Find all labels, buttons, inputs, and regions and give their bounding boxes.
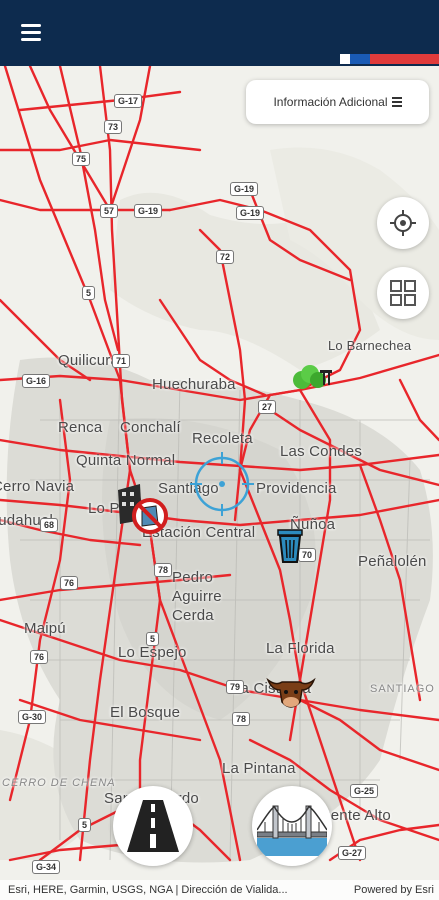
route-shield: 78 [154,563,173,577]
route-shield: G-30 [18,710,47,724]
route-shield: 68 [40,518,59,532]
place-label: Las Condes [280,443,363,460]
place-label: Maipú [24,620,66,637]
road-layer-button[interactable] [113,786,193,866]
info-additional-button[interactable]: Información Adicional [246,80,429,124]
bridge-icon [257,805,327,856]
flag-stripe-red [370,54,439,64]
info-button-label: Información Adicional [273,95,388,109]
place-label: Lo Espejo [118,644,187,661]
powered-by-esri[interactable]: Powered by Esri [354,884,434,896]
route-shield: 57 [100,204,119,218]
app-header [0,0,439,66]
place-label: CERRO DE CHENA [2,777,116,789]
layers-grid-button[interactable] [377,267,429,319]
place-label: El Bosque [110,704,181,721]
route-shield: 5 [82,286,96,300]
cattle-icon[interactable] [266,672,316,717]
route-shield: 76 [30,650,49,664]
grid-icon [390,280,416,306]
map-view[interactable]: Quilicura Huechuraba Renca Conchalí Reco… [0,66,439,900]
place-label: Quinta Normal [76,452,176,469]
place-label: SANTIAGO [370,683,435,695]
road-icon [127,800,179,852]
route-shield: G-19 [230,182,259,196]
trash-bin-icon[interactable] [276,528,304,569]
route-shield: G-19 [134,204,163,218]
route-shield: G-25 [350,784,379,798]
route-shield: 76 [60,576,79,590]
route-shield: 75 [72,152,91,166]
place-label: Conchalí [120,419,181,436]
route-shield: G-17 [114,94,143,108]
attribution-text[interactable]: Esri, HERE, Garmin, USGS, NGA | Direcció… [8,884,288,896]
route-shield: G-27 [338,846,367,860]
place-label: Lo Barnechea [328,338,412,353]
hamburger-menu-icon[interactable] [14,20,48,48]
route-shield: 71 [112,354,131,368]
place-label: Peñalolén [358,553,427,570]
flag-stripe-white [340,54,350,64]
place-label: La Florida [266,640,335,657]
building-blocked-icon[interactable] [114,482,172,543]
route-shield: G-16 [22,374,51,388]
place-label: Providencia [256,480,337,497]
place-label: Renca [58,419,103,436]
route-shield: 5 [146,632,160,646]
route-shield: G-19 [236,206,265,220]
flag-stripe-blue [350,54,370,64]
place-label: Huechuraba [152,376,236,393]
route-shield: 78 [232,712,251,726]
crosshair-icon [390,210,416,236]
route-shield: 79 [226,680,245,694]
bridge-layer-button[interactable] [252,786,332,866]
map-attribution: Esri, HERE, Garmin, USGS, NGA | Direcció… [0,880,439,900]
locate-button[interactable] [377,197,429,249]
route-shield: 5 [78,818,92,832]
place-label: La Pintana [222,760,296,777]
list-icon [391,95,402,109]
route-shield: 27 [258,400,277,414]
map-location-target [190,452,254,521]
route-shield: 72 [216,250,235,264]
place-label: Recoleta [192,430,253,447]
place-label: Cerro Navia [0,478,75,495]
route-shield: G-34 [32,860,61,874]
place-label: Pedro Aguirre Cerda [172,569,222,624]
place-label: Quilicura [58,352,119,369]
park-tree-icon[interactable] [290,364,334,397]
route-shield: 73 [104,120,123,134]
